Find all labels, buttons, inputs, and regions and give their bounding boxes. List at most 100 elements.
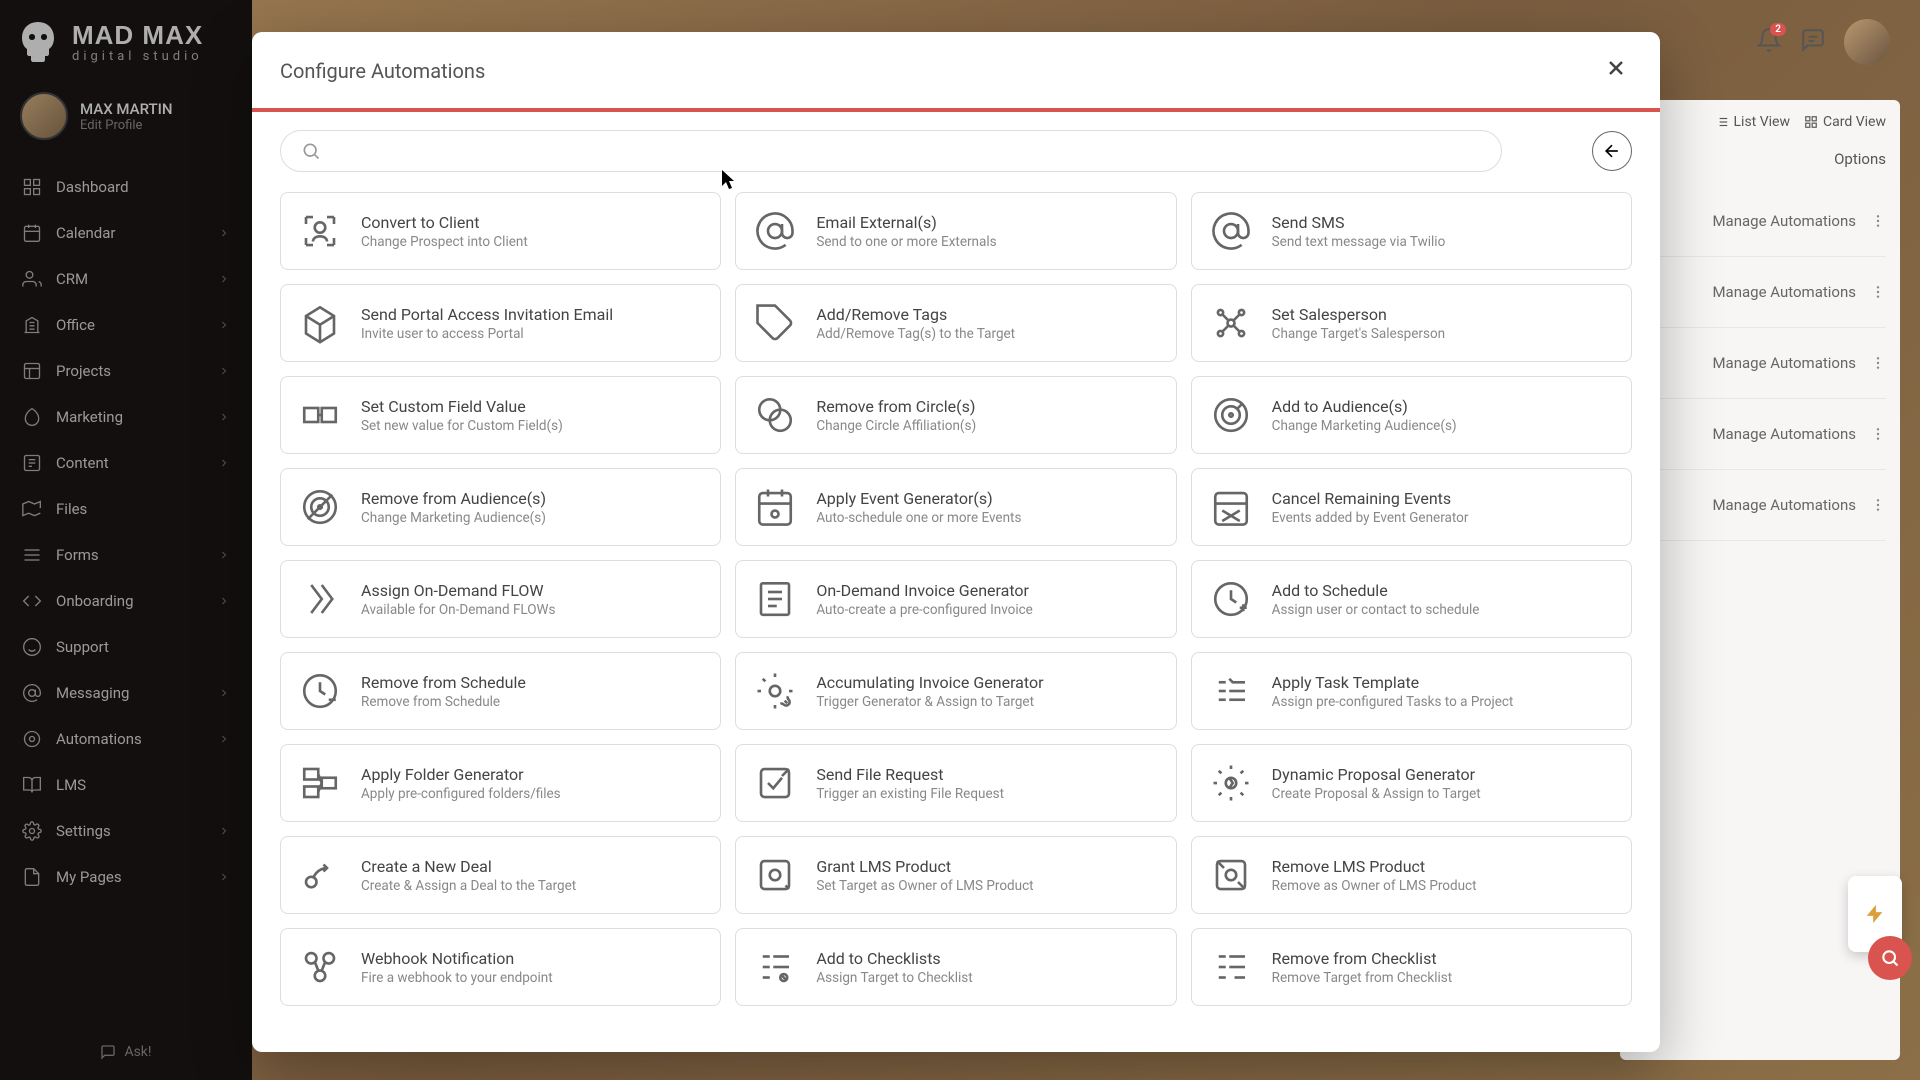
card-title: Remove from Checklist <box>1272 949 1452 968</box>
more-icon[interactable] <box>1870 284 1886 300</box>
card-title: Send Portal Access Invitation Email <box>361 305 613 324</box>
automation-card-remove-from-circle-s-[interactable]: Remove from Circle(s)Change Circle Affil… <box>735 376 1176 454</box>
manage-automations-button[interactable]: Manage Automations <box>1712 283 1856 301</box>
card-title: Send SMS <box>1272 213 1446 232</box>
search-row <box>252 112 1660 186</box>
close-button[interactable] <box>1600 52 1632 90</box>
card-desc: Change Marketing Audience(s) <box>1272 418 1457 434</box>
automation-grid: Convert to ClientChange Prospect into Cl… <box>252 186 1660 1034</box>
automation-card-add-remove-tags[interactable]: Add/Remove TagsAdd/Remove Tag(s) to the … <box>735 284 1176 362</box>
card-view-label: Card View <box>1823 114 1886 130</box>
card-icon <box>754 394 796 436</box>
automation-card-email-external-s-[interactable]: Email External(s)Send to one or more Ext… <box>735 192 1176 270</box>
automation-card-grant-lms-product[interactable]: Grant LMS Product Set Target as Owner of … <box>735 836 1176 914</box>
card-view-button[interactable]: Card View <box>1804 114 1886 130</box>
automation-card-on-demand-invoice-generator[interactable]: On-Demand Invoice GeneratorAuto-create a… <box>735 560 1176 638</box>
manage-automations-button[interactable]: Manage Automations <box>1712 425 1856 443</box>
notifications-button[interactable]: 2 <box>1756 27 1782 57</box>
card-title: Apply Event Generator(s) <box>816 489 1021 508</box>
close-icon <box>1604 56 1628 80</box>
automation-card-apply-folder-generator[interactable]: Apply Folder GeneratorApply pre-configur… <box>280 744 721 822</box>
card-desc: Change Circle Affiliation(s) <box>816 418 976 434</box>
card-title: Add to Audience(s) <box>1272 397 1457 416</box>
card-title: Add to Schedule <box>1272 581 1480 600</box>
automation-card-dynamic-proposal-generator[interactable]: Dynamic Proposal GeneratorCreate Proposa… <box>1191 744 1632 822</box>
automation-card-add-to-checklists[interactable]: Add to ChecklistsAssign Target to Checkl… <box>735 928 1176 1006</box>
manage-automations-button[interactable]: Manage Automations <box>1712 212 1856 230</box>
list-icon <box>1715 115 1729 129</box>
automation-card-set-custom-field-value[interactable]: Set Custom Field Value Set new value for … <box>280 376 721 454</box>
automation-row: Manage Automations <box>1634 328 1886 399</box>
card-icon <box>299 946 341 988</box>
automation-card-remove-from-audience-s-[interactable]: Remove from Audience(s)Change Marketing … <box>280 468 721 546</box>
options-link[interactable]: Options <box>1634 150 1886 168</box>
card-icon <box>1210 762 1252 804</box>
automation-card-remove-from-schedule[interactable]: Remove from ScheduleRemove from Schedule <box>280 652 721 730</box>
card-icon <box>299 762 341 804</box>
card-desc: Assign user or contact to schedule <box>1272 602 1480 618</box>
card-title: Set Salesperson <box>1272 305 1445 324</box>
messages-button[interactable] <box>1800 27 1826 57</box>
automation-card-add-to-schedule[interactable]: Add to Schedule Assign user or contact to… <box>1191 560 1632 638</box>
automation-card-add-to-audience-s-[interactable]: Add to Audience(s) Change Marketing Audie… <box>1191 376 1632 454</box>
card-desc: Change Marketing Audience(s) <box>361 510 546 526</box>
more-icon[interactable] <box>1870 355 1886 371</box>
manage-automations-button[interactable]: Manage Automations <box>1712 496 1856 514</box>
card-icon <box>1210 210 1252 252</box>
back-button[interactable] <box>1592 131 1632 171</box>
automation-card-cancel-remaining-events[interactable]: Cancel Remaining Events Events added by E… <box>1191 468 1632 546</box>
automation-card-send-portal-access-invitation-email[interactable]: Send Portal Access Invitation Email Invit… <box>280 284 721 362</box>
automation-card-remove-from-checklist[interactable]: Remove from Checklist Remove Target from … <box>1191 928 1632 1006</box>
more-icon[interactable] <box>1870 213 1886 229</box>
card-icon <box>299 210 341 252</box>
automation-card-apply-task-template[interactable]: Apply Task TemplateAssign pre-configured… <box>1191 652 1632 730</box>
card-title: Cancel Remaining Events <box>1272 489 1469 508</box>
card-icon <box>299 670 341 712</box>
card-icon <box>754 762 796 804</box>
card-title: On-Demand Invoice Generator <box>816 581 1033 600</box>
automation-card-remove-lms-product[interactable]: Remove LMS ProductRemove as Owner of LMS… <box>1191 836 1632 914</box>
card-title: Apply Folder Generator <box>361 765 561 784</box>
card-title: Email External(s) <box>816 213 996 232</box>
card-icon <box>1210 854 1252 896</box>
card-icon <box>1210 946 1252 988</box>
card-title: Accumulating Invoice Generator <box>816 673 1043 692</box>
automation-card-send-sms[interactable]: Send SMS Send text message via Twilio <box>1191 192 1632 270</box>
card-icon <box>299 486 341 528</box>
automation-card-set-salesperson[interactable]: Set Salesperson Change Target's Salespers… <box>1191 284 1632 362</box>
more-icon[interactable] <box>1870 497 1886 513</box>
automation-card-accumulating-invoice-generator[interactable]: Accumulating Invoice GeneratorTrigger Ge… <box>735 652 1176 730</box>
automation-card-create-a-new-deal[interactable]: Create a New DealCreate & Assign a Deal … <box>280 836 721 914</box>
card-desc: Fire a webhook to your endpoint <box>361 970 553 986</box>
automation-card-send-file-request[interactable]: Send File RequestTrigger an existing Fil… <box>735 744 1176 822</box>
card-desc: Change Prospect into Client <box>361 234 528 250</box>
card-desc: Change Target's Salesperson <box>1272 326 1445 342</box>
list-view-button[interactable]: List View <box>1715 114 1791 130</box>
automation-card-apply-event-generator-s-[interactable]: Apply Event Generator(s)Auto-schedule on… <box>735 468 1176 546</box>
card-title: Grant LMS Product <box>816 857 1033 876</box>
configure-automations-modal: Configure Automations Convert to ClientC… <box>252 32 1660 1052</box>
search-input[interactable] <box>333 142 1481 160</box>
card-desc: Remove as Owner of LMS Product <box>1272 878 1477 894</box>
card-icon <box>754 486 796 528</box>
card-desc: Set Target as Owner of LMS Product <box>816 878 1033 894</box>
automation-card-assign-on-demand-flow[interactable]: Assign On-Demand FLOWAvailable for On-De… <box>280 560 721 638</box>
automation-card-webhook-notification[interactable]: Webhook NotificationFire a webhook to yo… <box>280 928 721 1006</box>
search-fab[interactable] <box>1868 936 1912 980</box>
card-desc: Invite user to access Portal <box>361 326 613 342</box>
arrow-left-icon <box>1602 141 1622 161</box>
card-icon <box>754 854 796 896</box>
card-title: Set Custom Field Value <box>361 397 563 416</box>
user-avatar-button[interactable] <box>1844 19 1890 65</box>
card-icon <box>754 210 796 252</box>
card-desc: Set new value for Custom Field(s) <box>361 418 563 434</box>
more-icon[interactable] <box>1870 426 1886 442</box>
search-box[interactable] <box>280 130 1502 172</box>
card-desc: Events added by Event Generator <box>1272 510 1469 526</box>
manage-automations-button[interactable]: Manage Automations <box>1712 354 1856 372</box>
card-desc: Send text message via Twilio <box>1272 234 1446 250</box>
automation-card-convert-to-client[interactable]: Convert to ClientChange Prospect into Cl… <box>280 192 721 270</box>
card-desc: Remove Target from Checklist <box>1272 970 1452 986</box>
grid-icon <box>1804 115 1818 129</box>
modal-backdrop[interactable] <box>0 0 252 1080</box>
